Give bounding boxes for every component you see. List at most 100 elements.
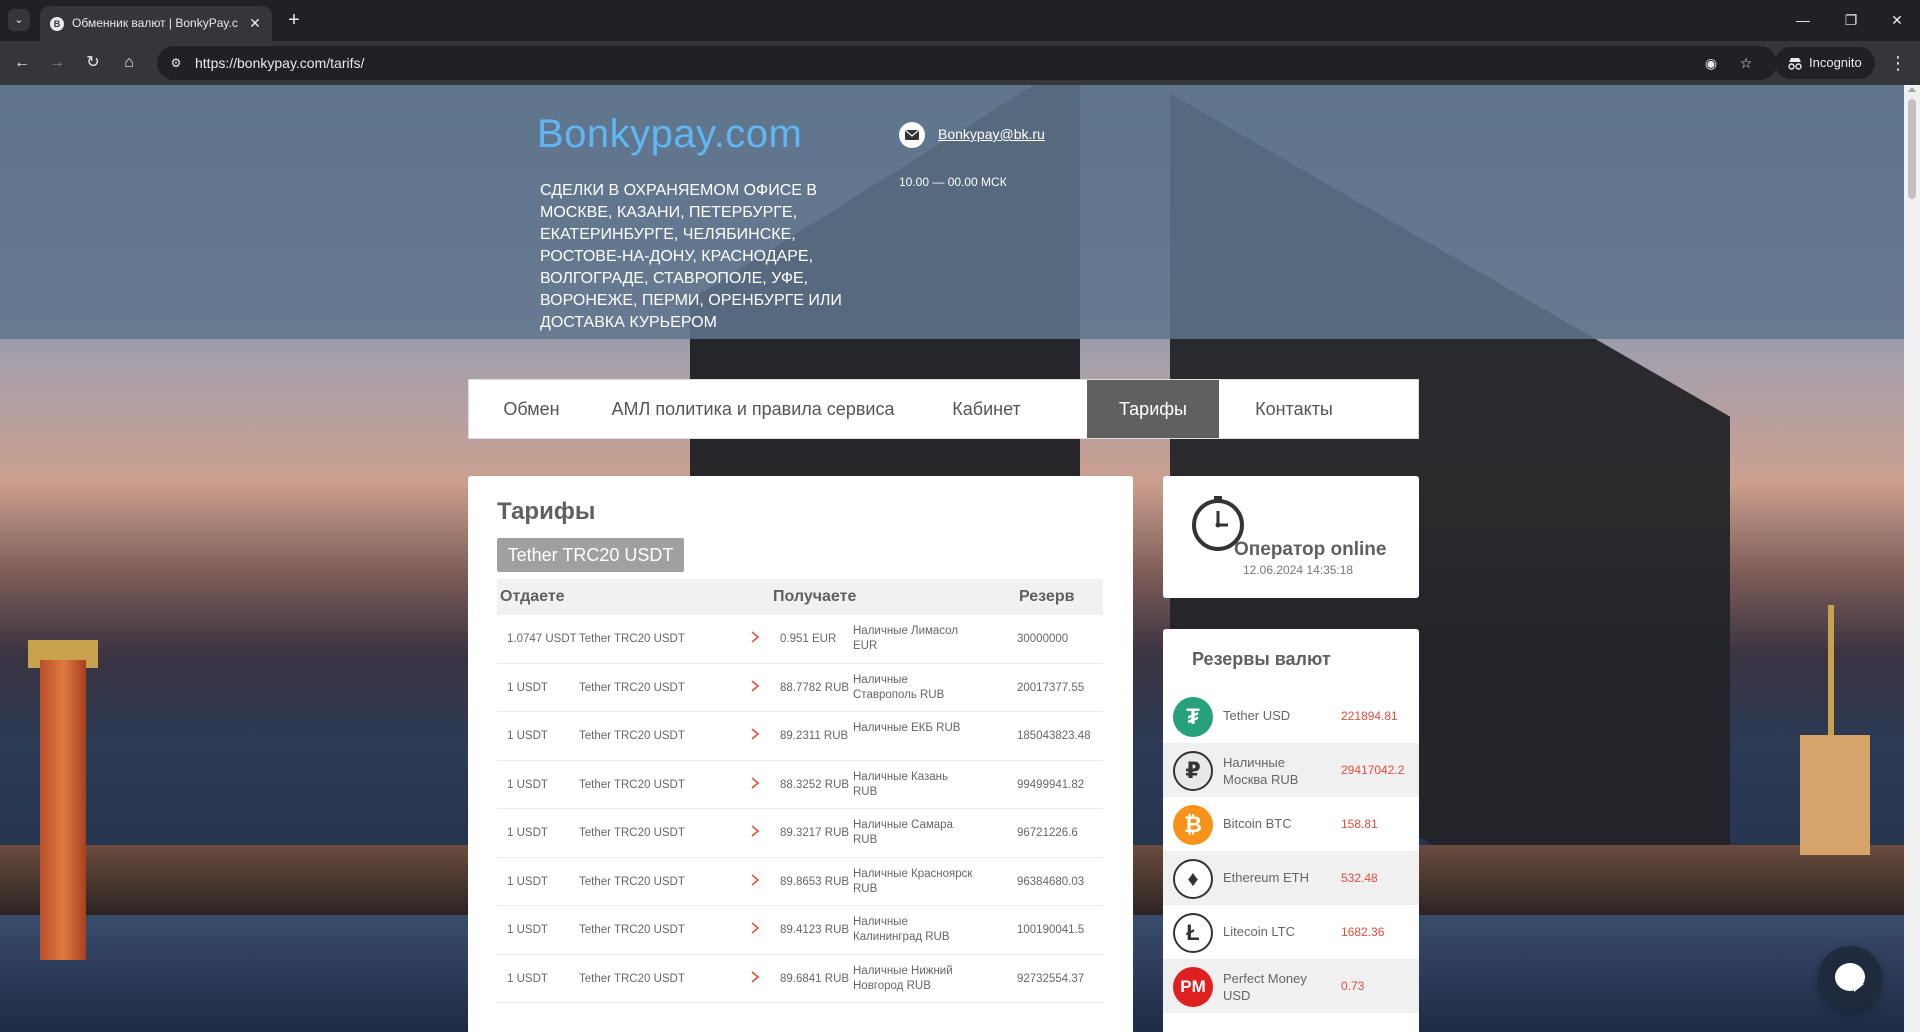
reserve-value: 0.73 (1341, 979, 1365, 993)
reserve-value: 1682.36 (1341, 925, 1385, 939)
url-text[interactable]: https://bonkypay.com/tarifs/ (195, 55, 364, 71)
chevron-right-icon (751, 970, 760, 983)
main-navigation: Обмен АМЛ политика и правила сервиса Каб… (468, 379, 1419, 439)
tariff-row[interactable]: 1 USDT Tether TRC20 USDT 89.8653 RUB Наличн… (497, 858, 1103, 906)
scroll-thumb[interactable] (1908, 99, 1916, 199)
get-currency: Наличные ЕКБ RUB (853, 722, 961, 734)
site-info-icon[interactable]: ⚙ (167, 54, 185, 72)
working-hours: 10.00 — 00.00 МСК (899, 175, 1007, 189)
forward-button[interactable]: → (45, 51, 69, 75)
nav-item-cabinet[interactable]: Кабинет (912, 380, 1061, 438)
chat-icon-tail (1854, 984, 1864, 992)
give-currency: Tether TRC20 USDT (579, 827, 685, 839)
reserve-item: Ł Litecoin LTC 1682.36 (1163, 905, 1419, 959)
back-button[interactable]: ← (10, 51, 34, 75)
background-church (1800, 735, 1870, 855)
chevron-right-icon (751, 776, 760, 789)
tariff-row[interactable]: 1 USDT Tether TRC20 USDT 89.2311 RUB Наличн… (497, 712, 1103, 761)
give-currency: Tether TRC20 USDT (579, 730, 685, 742)
get-amount: 0.951 EUR (780, 633, 837, 645)
reserve-value: 158.81 (1341, 817, 1378, 831)
give-amount: 1 USDT (507, 730, 548, 742)
restore-button[interactable]: ❐ (1836, 8, 1866, 32)
give-currency: Tether TRC20 USDT (579, 633, 685, 645)
nav-item-contacts[interactable]: Контакты (1219, 380, 1369, 438)
home-button[interactable]: ⌂ (117, 51, 141, 75)
chat-button[interactable] (1818, 946, 1882, 1010)
chevron-right-icon (751, 631, 760, 643)
tab-close-icon[interactable]: ✕ (246, 14, 264, 32)
minimize-button[interactable]: — (1788, 8, 1818, 32)
reserve-currency-name: Litecoin LTC (1223, 924, 1296, 939)
tariff-row[interactable]: 1 USDT Tether TRC20 USDT 88.7782 RUB Наличн… (497, 664, 1103, 712)
site-logo[interactable]: Bonkypay.com (537, 112, 802, 157)
currency-filter-button[interactable]: Tether TRC20 USDT (497, 538, 684, 572)
favicon-icon: B (50, 17, 64, 31)
new-tab-button[interactable]: + (282, 9, 306, 33)
chevron-right-icon (751, 922, 760, 934)
tariff-row[interactable]: 1.0747 USDT Tether TRC20 USDT 0.951 EUR Нал… (497, 615, 1103, 664)
reserves-title: Резервы валют (1192, 649, 1331, 669)
tariffs-table-body: 1.0747 USDT Tether TRC20 USDT 0.951 EUR Нал… (497, 615, 1103, 1003)
get-amount: 89.3217 RUB (780, 827, 850, 839)
give-currency: Tether TRC20 USDT (579, 681, 685, 694)
tariffs-panel: Тарифы Tether TRC20 USDT Отдаете Получае… (468, 476, 1133, 1032)
tether-icon: ₮ (1173, 697, 1213, 737)
nav-item-exchange[interactable]: Обмен (469, 380, 594, 438)
reserve-currency-name: Bitcoin BTC (1223, 816, 1292, 831)
reserve-currency-name: Ethereum ETH (1223, 870, 1309, 885)
browser-toolbar: ← → ↻ ⌂ ⚙ https://bonkypay.com/tarifs/ ◉… (0, 41, 1920, 85)
get-currency: Наличные Самара RUB (853, 819, 953, 846)
chevron-right-icon (751, 873, 760, 886)
reserve-value: 221894.81 (1341, 709, 1398, 723)
reserve-currency-name: Наличные Москва RUB (1223, 755, 1299, 787)
chevron-right-icon (751, 825, 760, 837)
reserve-amount: 100190041.5 (1017, 924, 1085, 936)
tariff-row[interactable]: 1 USDT Tether TRC20 USDT 89.3217 RUB Наличн… (497, 809, 1103, 858)
tariff-row[interactable]: 1 USDT Tether TRC20 USDT 88.3252 RUB Наличн… (497, 761, 1103, 809)
tariff-row[interactable]: 1 USDT Tether TRC20 USDT 89.4123 RUB Наличн… (497, 906, 1103, 955)
give-currency: Tether TRC20 USDT (579, 778, 685, 791)
give-amount: 1 USDT (507, 924, 548, 936)
incognito-indicator[interactable]: Incognito (1775, 47, 1875, 79)
reload-button[interactable]: ↻ (81, 51, 105, 75)
chevron-right-icon (751, 679, 760, 692)
get-currency: Наличные Нижний Новгород RUB (853, 964, 953, 992)
column-header-reserve: Резерв (1019, 588, 1075, 605)
reserve-amount: 96384680.03 (1017, 875, 1085, 888)
page-scrollbar[interactable] (1904, 85, 1920, 1032)
mail-icon (899, 122, 925, 148)
eye-off-icon[interactable]: ◉ (1702, 54, 1720, 72)
nav-item-tariffs[interactable]: Тарифы (1087, 380, 1219, 438)
perfect-money-icon: PM (1173, 967, 1213, 1007)
close-window-button[interactable]: ✕ (1882, 8, 1912, 32)
scroll-up-arrow[interactable] (1908, 87, 1916, 92)
get-currency: Наличные Ставрополь RUB (853, 673, 945, 701)
tab-title: Обменник валют | BonkyPay.com (72, 16, 238, 30)
operator-status-text: Оператор online (1234, 539, 1387, 560)
currency-reserves-card: Резервы валют ₮ Tether USD 221894.81 ₽ Налич… (1163, 629, 1419, 1032)
give-amount: 1 USDT (507, 875, 548, 888)
tariff-row[interactable]: 1 USDT Tether TRC20 USDT 89.6841 RUB Наличн… (497, 955, 1103, 1003)
reserve-item: ♦ Ethereum ETH 532.48 (1163, 851, 1419, 905)
reserve-item: ₽ Наличные Москва RUB 29417042.2 (1163, 743, 1419, 797)
contact-email-link[interactable]: Bonkypay@bk.ru (938, 126, 1045, 142)
page-viewport: Bonkypay.com Сделки в охраняемом офисе в… (0, 85, 1904, 1032)
get-currency: Наличные Красноярск RUB (853, 867, 973, 895)
bookmark-star-icon[interactable]: ☆ (1737, 54, 1755, 72)
incognito-icon (1788, 58, 1802, 70)
ethereum-icon: ♦ (1173, 859, 1213, 899)
give-currency: Tether TRC20 USDT (579, 924, 685, 936)
address-bar[interactable]: ⚙ https://bonkypay.com/tarifs/ ◉ ☆ (157, 46, 1777, 80)
get-amount: 89.8653 RUB (780, 875, 850, 888)
give-amount: 1 USDT (507, 778, 548, 791)
site-tagline: Сделки в охраняемом офисе в Москве, Каза… (540, 182, 842, 331)
give-currency: Tether TRC20 USDT (579, 875, 685, 888)
operator-status-card: Оператор online 12.06.2024 14:35:18 (1163, 476, 1419, 598)
browser-tab[interactable]: B Обменник валют | BonkyPay.com ✕ (40, 6, 272, 41)
nav-item-aml-policy[interactable]: АМЛ политика и правила сервиса (594, 380, 912, 438)
tab-search-button[interactable]: ⌄ (8, 9, 30, 31)
reserve-currency-name: Tether USD (1223, 708, 1291, 723)
browser-menu-icon[interactable]: ⋮ (1886, 51, 1910, 75)
reserve-item: ₿ Bitcoin BTC 158.81 (1163, 797, 1419, 851)
